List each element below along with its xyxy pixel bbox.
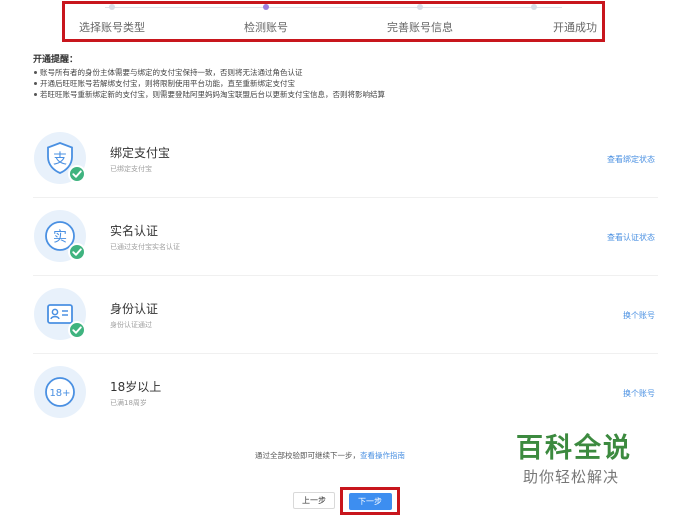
footer-hint: 通过全部校验即可继续下一步，查看操作指南 [255,450,405,461]
notice-title: 开通提醒： [33,55,79,65]
footer-hint-text: 通过全部校验即可继续下一步， [255,451,360,460]
view-auth-status-link[interactable]: 查看认证状态 [607,232,655,243]
watermark-subtitle: 助你轻松解决 [523,468,620,486]
svg-text:实: 实 [53,230,67,246]
step-dot-3 [417,4,423,10]
step-track [105,7,562,8]
verification-title: 身份认证 [110,302,159,316]
verification-age: 18+ 18岁以上 已满18周岁 换个账号 [33,354,658,431]
notice-item: 若旺旺账号重新绑定新的支付宝，则需要登陆阿里妈妈淘宝联盟后台以更新支付宝信息，否… [33,89,385,100]
switch-account-link[interactable]: 换个账号 [623,388,655,399]
verification-title: 绑定支付宝 [110,146,171,160]
step-select-account-type: 选择账号类型 [79,21,145,34]
check-icon [68,165,86,183]
check-icon [68,321,86,339]
notice-item: 开通后旺旺账号若解绑支付宝，则将限制使用平台功能，直至重新绑定支付宝 [33,78,385,89]
age-18-icon: 18+ [34,366,86,418]
verification-title: 18岁以上 [110,380,162,394]
verification-realname: 实 实名认证 已通过支付宝实名认证 查看认证状态 [33,198,658,276]
check-icon [68,243,86,261]
notice-item: 账号所有者的身份主体需要与绑定的支付宝保持一致，否则将无法通过角色认证 [33,67,385,78]
view-binding-status-link[interactable]: 查看绑定状态 [607,154,655,165]
verification-identity: 身份认证 身份认证通过 换个账号 [33,276,658,354]
step-success: 开通成功 [553,21,597,34]
next-step-button[interactable]: 下一步 [348,492,392,510]
verification-status: 已通过支付宝实名认证 [110,243,180,251]
verification-status: 已满18周岁 [110,399,147,407]
step-complete-info: 完善账号信息 [387,21,453,34]
svg-text:18+: 18+ [49,388,70,399]
operation-guide-link[interactable]: 查看操作指南 [360,451,405,460]
switch-account-link[interactable]: 换个账号 [623,310,655,321]
step-dot-2 [263,4,269,10]
next-step-highlight: 下一步 [340,487,400,515]
verification-alipay: 支 绑定支付宝 已绑定支付宝 查看绑定状态 [33,120,658,198]
step-check-account: 检测账号 [244,21,288,34]
verification-title: 实名认证 [110,224,159,238]
step-dot-1 [109,4,115,10]
svg-text:支: 支 [53,152,67,168]
step-progress-bar: 选择账号类型 检测账号 完善账号信息 开通成功 [62,1,605,42]
verification-list: 支 绑定支付宝 已绑定支付宝 查看绑定状态 实 实名认证 已通过支付宝实名认证 … [33,120,658,431]
activation-notice: 开通提醒： 账号所有者的身份主体需要与绑定的支付宝保持一致，否则将无法通过角色认… [33,55,385,100]
prev-step-button[interactable]: 上一步 [293,492,335,509]
verification-status: 身份认证通过 [110,321,152,329]
step-dot-4 [531,4,537,10]
watermark-title: 百科全说 [516,433,632,464]
verification-status: 已绑定支付宝 [110,165,152,173]
